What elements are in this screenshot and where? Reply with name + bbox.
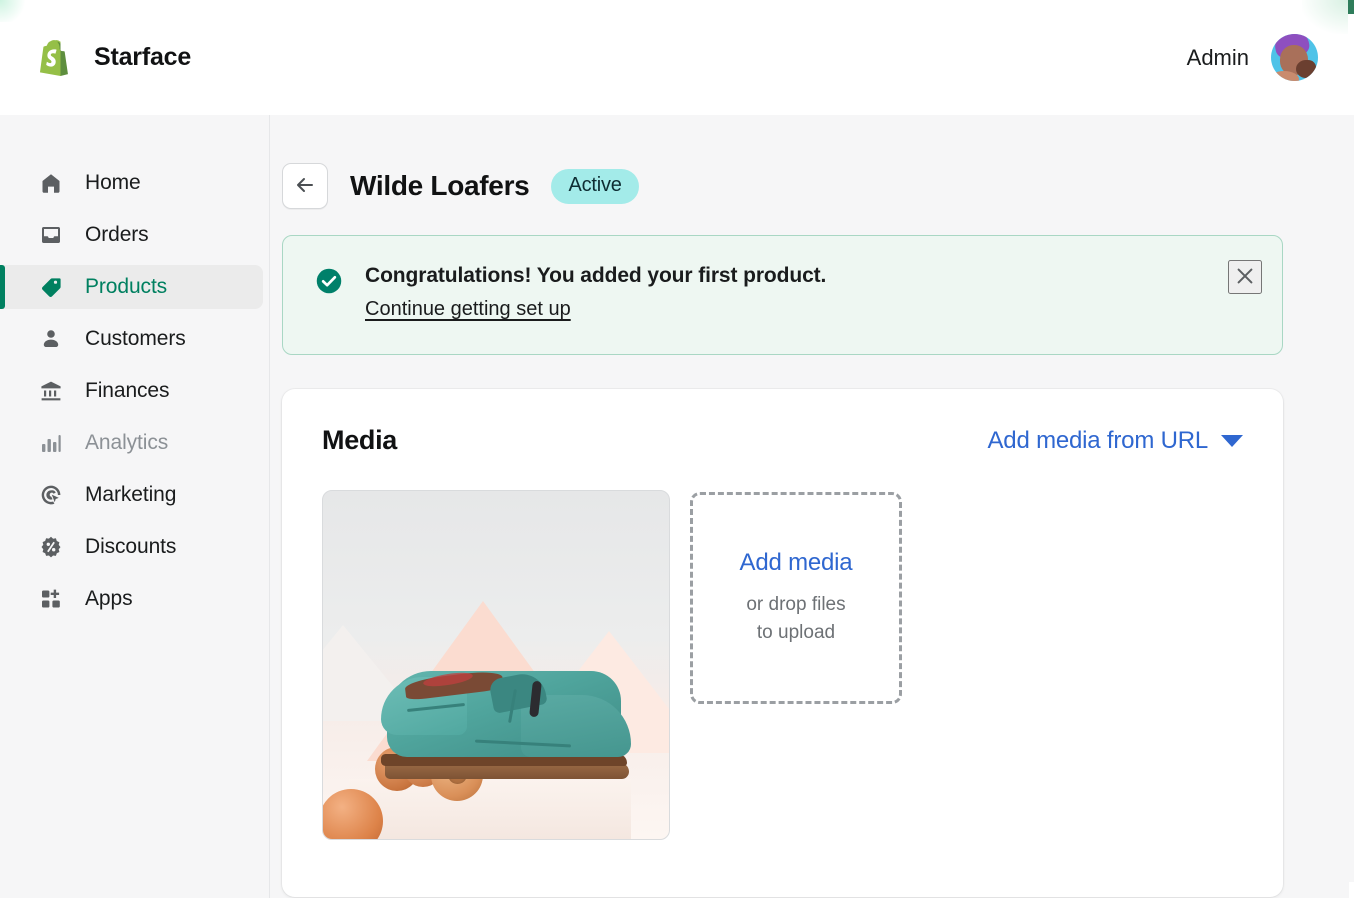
media-card-header: Media Add media from URL	[322, 425, 1243, 456]
sidebar-item-products[interactable]: Products	[0, 265, 263, 309]
media-list: Add media or drop files to upload	[322, 490, 1243, 840]
chevron-down-icon	[1221, 434, 1243, 447]
close-icon	[1234, 265, 1256, 290]
sidebar-label: Apps	[85, 587, 133, 610]
banner-title: Congratulations! You added your first pr…	[365, 264, 827, 287]
target-icon	[38, 483, 63, 508]
sidebar-item-customers[interactable]: Customers	[0, 317, 263, 361]
bank-icon	[38, 379, 63, 404]
arrow-left-icon	[293, 173, 317, 200]
loafer-shoe	[379, 653, 631, 779]
brand-area[interactable]: Starface	[36, 38, 191, 78]
sidebar-label: Orders	[85, 223, 149, 246]
avatar[interactable]	[1271, 34, 1318, 81]
page-title: Wilde Loafers	[350, 170, 530, 201]
sidebar-item-apps[interactable]: Apps	[0, 577, 263, 621]
sidebar-item-home[interactable]: Home	[0, 161, 263, 205]
sidebar: Home Orders Products Customers Finances	[0, 115, 270, 898]
sidebar-item-finances[interactable]: Finances	[0, 369, 263, 413]
sidebar-item-orders[interactable]: Orders	[0, 213, 263, 257]
success-check-icon	[315, 267, 343, 295]
discount-icon	[38, 535, 63, 560]
banner-body: Congratulations! You added your first pr…	[365, 264, 826, 326]
banner-close-button[interactable]	[1228, 260, 1262, 294]
status-badge: Active	[551, 168, 639, 204]
media-title: Media	[322, 425, 398, 455]
tag-icon	[38, 275, 63, 300]
apps-icon	[38, 587, 63, 612]
sidebar-item-discounts[interactable]: Discounts	[0, 525, 263, 569]
dropzone-hint: or drop files to upload	[746, 594, 846, 643]
sidebar-label: Customers	[85, 327, 186, 350]
top-bar: Starface Admin	[0, 0, 1354, 115]
avatar-hand	[1296, 60, 1316, 78]
brand-title: Starface	[94, 43, 192, 71]
admin-label: Admin	[1186, 44, 1249, 70]
sidebar-label: Analytics	[85, 431, 169, 454]
back-button[interactable]	[282, 163, 328, 209]
media-card: Media Add media from URL Add media or dr…	[282, 389, 1283, 897]
add-media-from-url-label: Add media from URL	[987, 426, 1209, 454]
success-banner: Congratulations! You added your first pr…	[282, 235, 1283, 355]
shopify-bag-icon	[36, 38, 72, 78]
media-dropzone[interactable]: Add media or drop files to upload	[690, 492, 902, 704]
media-thumbnail[interactable]	[322, 490, 670, 840]
sidebar-label: Finances	[85, 379, 170, 402]
sidebar-label: Discounts	[85, 535, 177, 558]
sidebar-item-marketing[interactable]: Marketing	[0, 473, 263, 517]
account-area[interactable]: Admin	[1187, 0, 1318, 115]
add-media-from-url-button[interactable]: Add media from URL	[987, 426, 1243, 455]
main-content: Wilde Loafers Active Congratulations! Yo…	[271, 115, 1354, 898]
sidebar-label: Marketing	[85, 483, 177, 506]
page-header: Wilde Loafers Active	[282, 163, 1290, 209]
orders-icon	[38, 223, 63, 248]
app-root: Starface Admin Home Orders Products Cust…	[0, 0, 1354, 898]
sidebar-item-analytics[interactable]: Analytics	[0, 421, 263, 465]
person-icon	[38, 327, 63, 352]
sidebar-label: Products	[85, 275, 168, 298]
avatar-shoulder	[1271, 71, 1299, 81]
sidebar-label: Home	[85, 171, 141, 194]
continue-setup-link[interactable]: Continue getting set up	[365, 298, 571, 320]
add-media-link[interactable]: Add media	[740, 549, 853, 577]
bar-chart-icon	[38, 431, 63, 456]
home-icon	[38, 171, 63, 196]
